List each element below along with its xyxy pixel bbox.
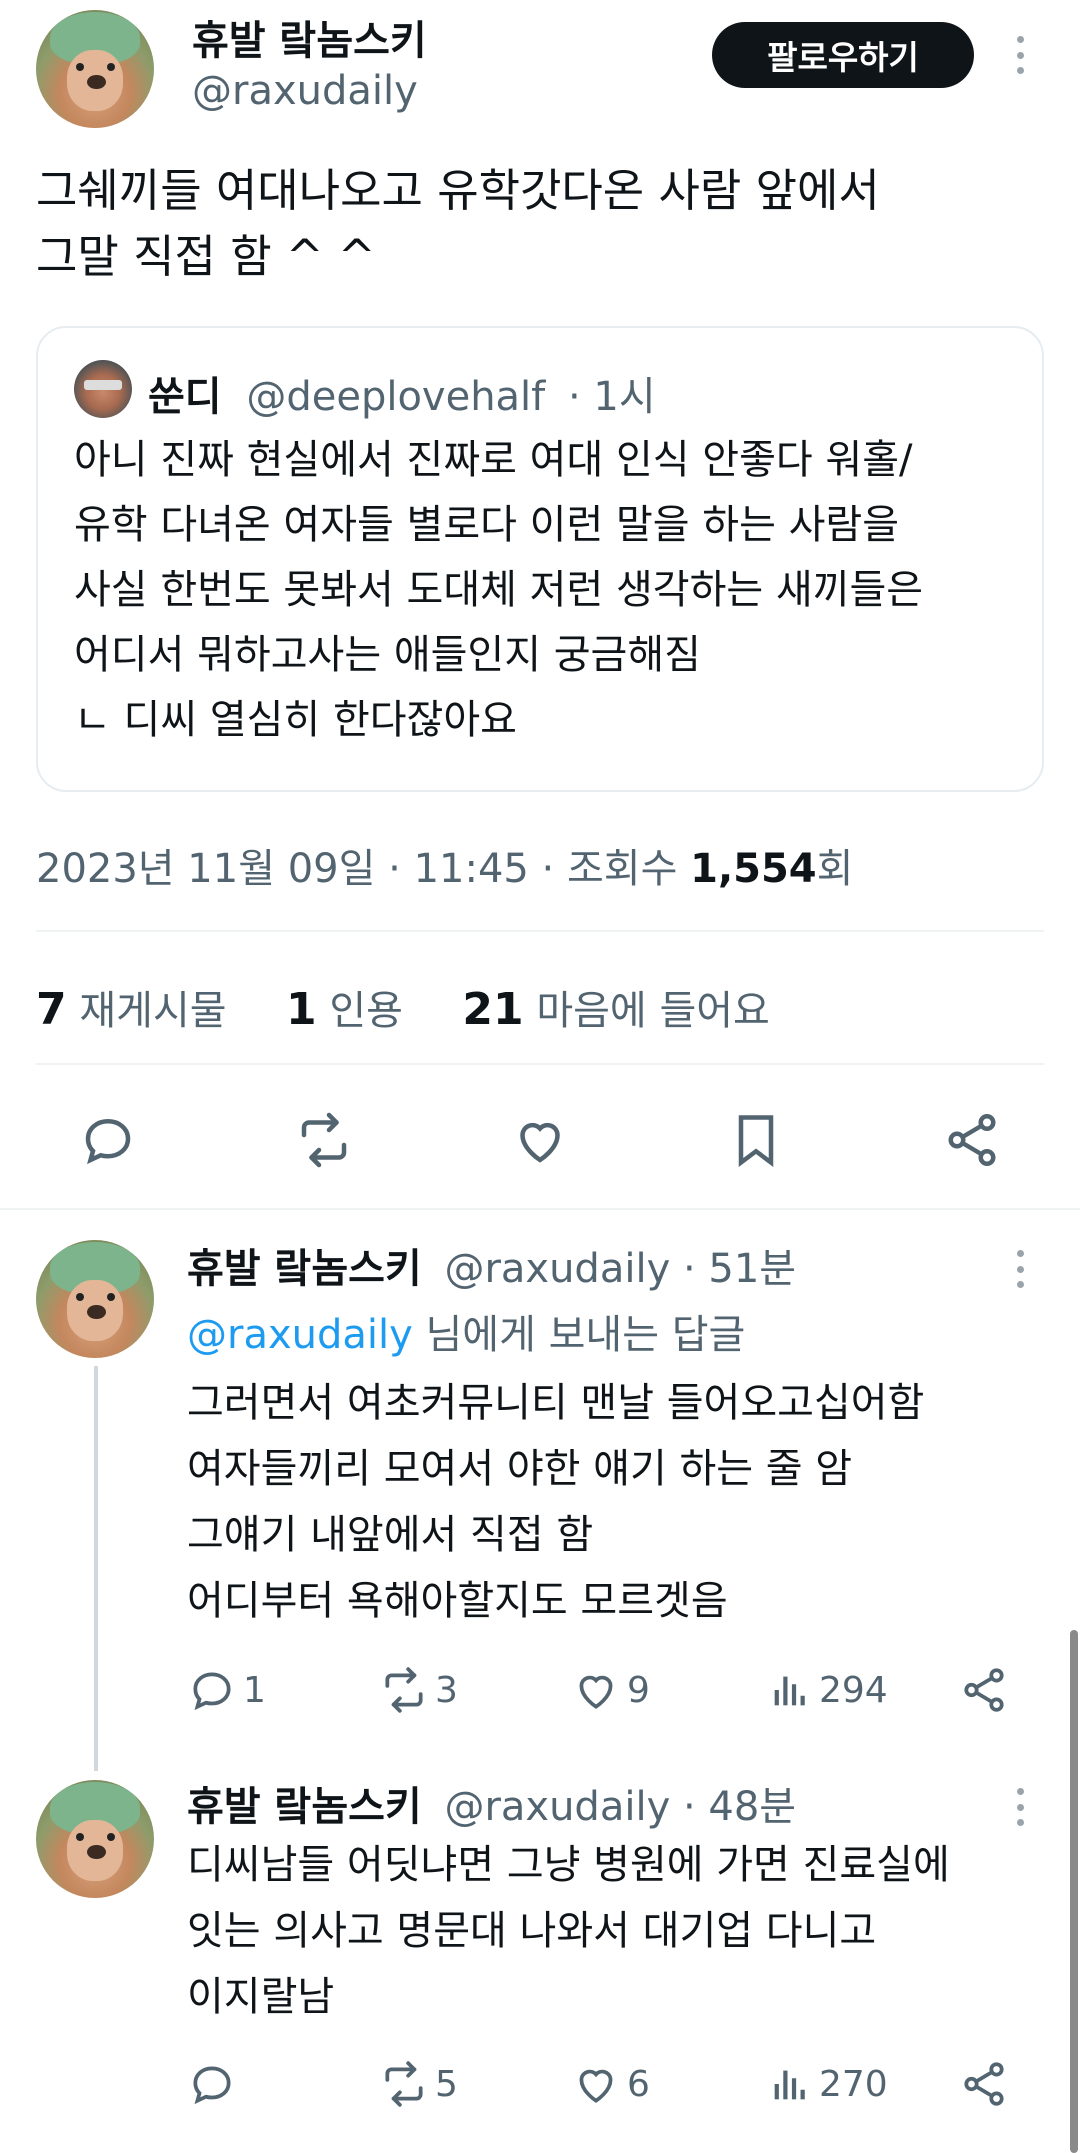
more-icon[interactable] <box>1010 30 1030 80</box>
views-icon <box>774 1676 805 1706</box>
reply-author-name[interactable]: 휴발 랔놈스키 <box>187 1246 422 1292</box>
reply-text-line: 어디부터 욕해아할지도 모르겟음 <box>187 1578 728 1624</box>
reply-actions: 1 3 9 294 <box>187 1660 1017 1720</box>
reply-icon <box>193 1672 231 1711</box>
views-count[interactable]: 270 <box>767 2054 888 2114</box>
scrollbar[interactable] <box>1070 1630 1078 2153</box>
replying-to: @raxudaily 님에게 보내는 답글 <box>187 1302 745 1360</box>
tweet-text-line: 그쉐끼들 여대나오고 유학갓다온 사람 앞에서 <box>36 164 880 217</box>
reply-icon[interactable] <box>78 1110 138 1170</box>
reply-text: 디씨남들 어딧냐면 그냥 병원에 가면 진료실에 잇는 의사고 명문대 나와서 … <box>187 1832 1047 2030</box>
tweet-stats: 7 재게시물 1 인용 21 마음에 들어요 <box>36 978 770 1036</box>
quote-avatar <box>74 360 132 418</box>
reply-text-line: 그얘기 내앞에서 직접 함 <box>187 1512 594 1558</box>
share-icon[interactable] <box>959 1665 1009 1715</box>
more-icon[interactable] <box>1010 1244 1030 1294</box>
reply-count[interactable] <box>187 2054 243 2114</box>
quote-text-line: ㄴ 디씨 열심히 한다잖아요 <box>74 697 517 743</box>
tweet-meta: 2023년 11월 09일 · 11:45 · 조회수 1,554회 <box>36 836 853 894</box>
reposts-stat[interactable]: 7 재게시물 <box>36 984 227 1035</box>
quote-text-line: 어디서 뭐하고사는 애들인지 궁금해짐 <box>74 632 701 678</box>
repost-icon[interactable] <box>294 1110 354 1170</box>
reply-avatar[interactable] <box>36 1780 154 1898</box>
divider <box>36 1063 1044 1065</box>
share-icon[interactable] <box>959 2059 1009 2109</box>
author-avatar[interactable] <box>36 10 154 128</box>
repost-icon <box>385 2061 423 2107</box>
reply-text-line: 그러면서 여초커뮤니티 맨날 들어오고십어함 <box>187 1380 925 1426</box>
section-divider <box>0 1208 1080 1210</box>
reply-header: 휴발 랔놈스키 @raxudaily · 48분 <box>187 1774 796 1832</box>
quote-time: · 1시 <box>567 374 656 420</box>
reply-author-handle[interactable]: @raxudaily · 48분 <box>444 1784 796 1830</box>
view-count: 1,554 <box>690 846 817 892</box>
bookmark-icon[interactable] <box>726 1110 786 1170</box>
reply-icon <box>193 2066 231 2105</box>
reply-to-suffix: 님에게 보내는 답글 <box>412 1312 746 1358</box>
divider <box>36 930 1044 932</box>
author-name[interactable]: 휴발 랔놈스키 <box>192 8 427 66</box>
quotes-stat[interactable]: 1 인용 <box>286 984 403 1035</box>
follow-button[interactable]: 팔로우하기 <box>712 22 974 88</box>
reply-author-name[interactable]: 휴발 랔놈스키 <box>187 1784 422 1830</box>
quote-text-line: 유학 다녀온 여자들 별로다 이런 말을 하는 사람을 <box>74 502 900 548</box>
heart-icon <box>579 1675 613 1709</box>
heart-icon <box>579 2069 613 2103</box>
like-count[interactable]: 9 <box>571 1660 650 1720</box>
reply-mention-link[interactable]: @raxudaily <box>187 1312 413 1358</box>
views-icon <box>774 2070 805 2100</box>
tweet-text: 그쉐끼들 여대나오고 유학갓다온 사람 앞에서 그말 직접 함 ^ ^ <box>36 158 1046 290</box>
like-count[interactable]: 6 <box>571 2054 650 2114</box>
likes-stat[interactable]: 21 마음에 들어요 <box>462 984 769 1035</box>
view-suffix: 회 <box>816 846 854 892</box>
reply-text-line: 여자들끼리 모여서 야한 얘기 하는 줄 암 <box>187 1446 853 1492</box>
quote-text-line: 사실 한번도 못봐서 도대체 저런 생각하는 새끼들은 <box>74 567 924 613</box>
tweet-datetime[interactable]: 2023년 11월 09일 · 11:45 · 조회수 <box>36 846 690 892</box>
quote-header: 쑨디 @deeplovehalf · 1시 <box>148 364 656 422</box>
tweet-text-line: 그말 직접 함 ^ ^ <box>36 230 376 283</box>
action-bar <box>0 1100 1080 1180</box>
author-handle[interactable]: @raxudaily <box>192 68 418 114</box>
reply-header: 휴발 랔놈스키 @raxudaily · 51분 <box>187 1236 796 1294</box>
more-icon[interactable] <box>1010 1782 1030 1832</box>
reply-text: 그러면서 여초커뮤니티 맨날 들어오고십어함 여자들끼리 모여서 야한 얘기 하… <box>187 1370 1047 1634</box>
repost-count[interactable]: 3 <box>379 1660 458 1720</box>
repost-count[interactable]: 5 <box>379 2054 458 2114</box>
reply-actions: 5 6 270 <box>187 2054 1017 2114</box>
quote-text: 아니 진짜 현실에서 진짜로 여대 인식 안좋다 워홀/ 유학 다녀온 여자들 … <box>74 428 1024 753</box>
reply-count[interactable]: 1 <box>187 1660 266 1720</box>
quoted-tweet[interactable]: 쑨디 @deeplovehalf · 1시 아니 진짜 현실에서 진짜로 여대 … <box>36 326 1044 792</box>
reply-avatar[interactable] <box>36 1240 154 1358</box>
views-count[interactable]: 294 <box>767 1660 888 1720</box>
reply-text-line: 이지랄남 <box>187 1974 335 2020</box>
thread-line <box>94 1366 98 1771</box>
quote-text-line: 아니 진짜 현실에서 진짜로 여대 인식 안좋다 워홀/ <box>74 437 913 483</box>
reply-author-handle[interactable]: @raxudaily · 51분 <box>444 1246 796 1292</box>
share-icon[interactable] <box>942 1110 1002 1170</box>
reply-text-line: 디씨남들 어딧냐면 그냥 병원에 가면 진료실에 <box>187 1842 950 1888</box>
reply-text-line: 잇는 의사고 명문대 나와서 대기업 다니고 <box>187 1908 877 1954</box>
quote-author-name: 쑨디 <box>148 374 222 420</box>
quote-author-handle: @deeplovehalf <box>246 374 546 420</box>
repost-icon <box>385 1667 423 1713</box>
heart-icon[interactable] <box>510 1110 570 1170</box>
